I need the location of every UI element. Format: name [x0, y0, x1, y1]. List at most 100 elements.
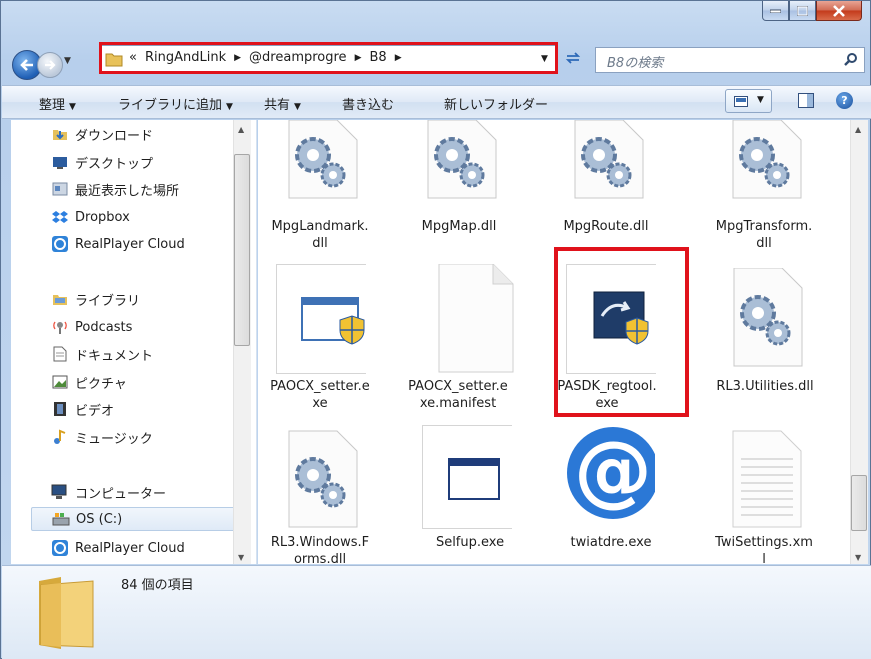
regtool-shield-icon [566, 264, 656, 374]
nav-item-downloads[interactable]: ダウンロード [51, 122, 153, 146]
podcast-icon [51, 318, 69, 336]
pictures-icon [51, 373, 69, 391]
explorer-window: ▼ « RingAndLink ▶ @dreamprogre ▶ B8 ▶ ▼ … [0, 0, 871, 659]
nav-item-documents[interactable]: ドキュメント [51, 342, 153, 366]
file-item[interactable]: MpgRoute.dll [544, 120, 668, 260]
search-icon[interactable] [844, 52, 858, 66]
share-label: 共有 [264, 98, 291, 113]
nav-item-library[interactable]: ライブラリ [51, 287, 140, 311]
maximize-icon [797, 5, 808, 16]
preview-pane-button[interactable] [798, 93, 814, 108]
maximize-button[interactable] [789, 1, 816, 21]
file-name: PASDK_regtool. exe [557, 379, 657, 411]
share-menu[interactable]: 共有 ▼ [264, 94, 301, 113]
nav-item-recent-places[interactable]: 最近表示した場所 [51, 177, 179, 201]
nav-item-videos[interactable]: ビデオ [51, 397, 114, 421]
navigation-scrollbar-thumb[interactable] [234, 154, 250, 346]
chevron-down-icon: ▼ [69, 102, 76, 112]
refresh-icon [565, 52, 581, 64]
file-item[interactable]: TwiSettings.xm l [702, 425, 826, 564]
file-item[interactable]: MpgTransform. dll [702, 120, 826, 260]
change-view-button[interactable]: ▼ [725, 89, 772, 113]
file-item[interactable]: Selfup.exe [408, 425, 532, 564]
file-name: MpgMap.dll [421, 219, 497, 234]
scroll-up-icon[interactable]: ▲ [855, 125, 861, 134]
nav-label: Podcasts [75, 319, 133, 335]
gear-file-icon [427, 120, 497, 199]
new-folder-button[interactable]: 新しいフォルダー [444, 94, 548, 113]
breadcrumb-separator[interactable]: ▶ [234, 53, 241, 63]
file-name: TwiSettings.xm l [715, 535, 813, 564]
burn-button[interactable]: 書き込む [342, 94, 394, 113]
breadcrumb-ringandlink[interactable]: RingAndLink [145, 50, 226, 65]
chevron-down-icon: ▼ [757, 95, 764, 105]
forward-button[interactable] [37, 52, 63, 78]
address-history-dropdown[interactable]: ▼ [541, 54, 548, 64]
close-button[interactable] [816, 1, 862, 21]
scroll-up-icon[interactable]: ▲ [238, 125, 244, 134]
nav-label: ミュージック [75, 431, 153, 447]
nav-label: ダウンロード [75, 128, 154, 144]
nav-label: ピクチャ [75, 376, 127, 392]
breadcrumb-b8[interactable]: B8 [369, 50, 386, 65]
nav-label: 最近表示した場所 [75, 183, 180, 199]
nav-item-realplayer-cloud-2[interactable]: RealPlayer Cloud [51, 536, 185, 560]
nav-item-dropbox[interactable]: Dropbox [51, 205, 130, 229]
file-item[interactable]: MpgLandmark. dll [258, 120, 382, 260]
nav-label: ビデオ [75, 403, 115, 419]
nav-item-pictures[interactable]: ピクチャ [51, 370, 127, 394]
file-item[interactable]: PAOCX_setter.e xe.manifest [407, 264, 531, 414]
minimize-icon [770, 9, 781, 13]
file-item[interactable]: RL3.Windows.F orms.dll [258, 425, 382, 564]
breadcrumb-separator[interactable]: ▶ [395, 53, 402, 63]
file-item[interactable]: @ twiatdre.exe [549, 425, 673, 564]
breadcrumb-dreamprogre[interactable]: @dreamprogre [249, 50, 347, 65]
item-count: 84 個の項目 [121, 578, 194, 593]
text-file-icon [732, 430, 802, 528]
file-name: MpgLandmark. dll [271, 219, 369, 251]
file-item[interactable]: PASDK_regtool. exe [556, 264, 680, 414]
file-name: Selfup.exe [435, 535, 505, 550]
chevron-down-icon: ▼ [294, 102, 301, 112]
recent-places-icon [51, 180, 69, 198]
drive-icon [52, 510, 70, 528]
nav-item-music[interactable]: ミュージック [51, 425, 153, 449]
nav-item-realplayer-cloud[interactable]: RealPlayer Cloud [51, 232, 185, 256]
video-icon [51, 400, 69, 418]
add-to-library-menu[interactable]: ライブラリに追加 ▼ [118, 94, 233, 113]
breadcrumb-separator[interactable]: ▶ [355, 53, 362, 63]
nav-item-podcasts[interactable]: Podcasts [51, 315, 132, 339]
file-name: MpgRoute.dll [563, 219, 649, 234]
organize-menu[interactable]: 整理 ▼ [39, 94, 76, 113]
nav-label: OS (C:) [76, 511, 123, 527]
file-item[interactable]: PAOCX_setter.e xe [269, 264, 393, 414]
organize-label: 整理 [39, 98, 66, 113]
help-icon: ? [841, 94, 848, 107]
recent-pages-dropdown[interactable]: ▼ [64, 56, 71, 66]
library-icon [51, 290, 69, 308]
nav-label: RealPlayer Cloud [75, 236, 185, 252]
minimize-button[interactable] [762, 1, 789, 21]
desktop-icon [51, 153, 69, 171]
navigation-pane: ダウンロード デスクトップ 最近表示した場所 Dropbox RealPlaye… [11, 120, 257, 564]
scroll-down-icon[interactable]: ▼ [238, 553, 244, 562]
nav-item-desktop[interactable]: デスクトップ [51, 150, 153, 174]
search-input[interactable]: B8の検索 [607, 52, 663, 71]
exe-shield-icon [276, 264, 366, 374]
breadcrumb-overflow[interactable]: « [129, 50, 137, 65]
blank-file-icon [438, 264, 514, 373]
help-button[interactable]: ? [836, 92, 853, 109]
gear-file-icon [733, 268, 803, 367]
at-sign-icon: @ [567, 426, 655, 519]
breadcrumb: « RingAndLink ▶ @dreamprogre ▶ B8 ▶ [125, 50, 406, 65]
refresh-button[interactable] [562, 46, 584, 70]
nav-item-computer[interactable]: コンピューター [51, 480, 166, 504]
file-name: MpgTransform. dll [715, 219, 813, 251]
file-item[interactable]: RL3.Utilities.dll [714, 264, 838, 414]
nav-item-os-drive[interactable]: OS (C:) [31, 507, 241, 531]
content-scrollbar-thumb[interactable] [851, 475, 867, 531]
scroll-down-icon[interactable]: ▼ [855, 553, 861, 562]
file-name: PAOCX_setter.e xe [270, 379, 370, 411]
file-item[interactable]: MpgMap.dll [397, 120, 521, 260]
gear-file-icon [732, 120, 802, 199]
